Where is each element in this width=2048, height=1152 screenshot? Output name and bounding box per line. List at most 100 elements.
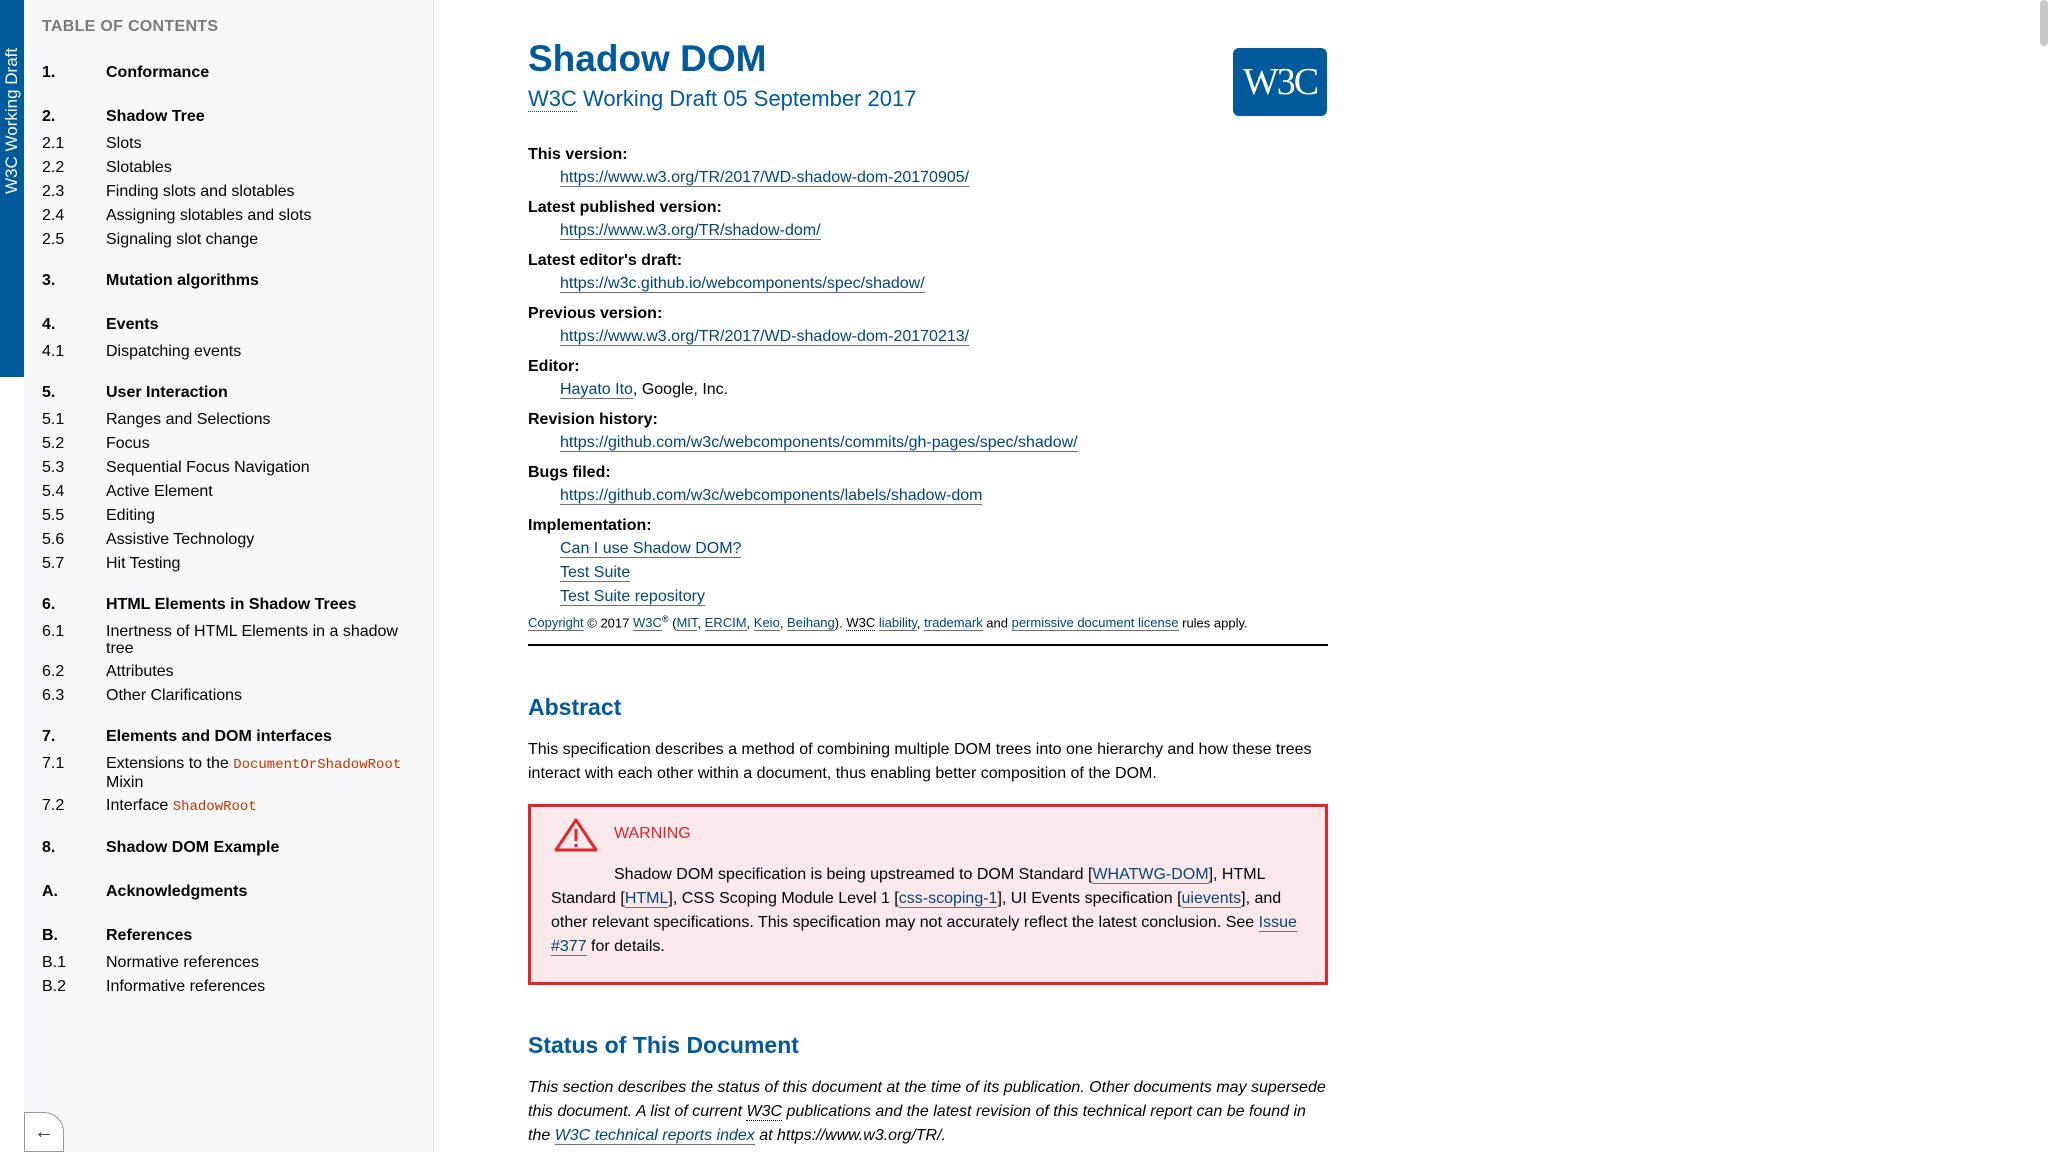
toc-title: Slotables: [106, 159, 172, 176]
meta-value: https://www.w3.org/TR/shadow-dom/: [528, 219, 1328, 243]
meta-value: https://github.com/w3c/webcomponents/com…: [528, 431, 1328, 455]
toc-item[interactable]: 6. HTML Elements in Shadow Trees: [42, 590, 422, 620]
meta-link[interactable]: Test Suite: [560, 564, 631, 582]
toc-title: Sequential Focus Navigation: [106, 459, 310, 476]
toc-number: B.2: [42, 978, 67, 995]
w3c-logo[interactable]: W3C: [1233, 48, 1327, 116]
beihang-link[interactable]: Beihang: [787, 615, 835, 632]
toc-subitem[interactable]: B.1 Normative references: [42, 951, 422, 975]
meta-label: Latest published version:: [528, 199, 722, 216]
toc-subitem[interactable]: 5.4 Active Element: [42, 480, 422, 504]
toc-number: 7.1: [42, 755, 65, 772]
toc-title: References: [106, 927, 193, 944]
ref-whatwg-dom[interactable]: WHATWG-DOM: [1092, 866, 1209, 884]
toc-item[interactable]: 1. Conformance: [42, 58, 422, 88]
toc-subitem[interactable]: 7.1 Extensions to the DocumentOrShadowRoo…: [42, 752, 422, 794]
toc-title: Assigning slotables and slots: [106, 207, 312, 224]
toc-list: 1. Conformance 2. Shadow Tree 2.1 Slots 2.2 Slo…: [42, 58, 422, 1013]
toc-subitem[interactable]: 2.4 Assigning slotables and slots: [42, 204, 422, 228]
toc-title: Shadow DOM Example: [106, 839, 280, 856]
meta-line: https://w3c.github.io/webcomponents/spec…: [560, 272, 1328, 296]
toc-subitem[interactable]: 2.2 Slotables: [42, 156, 422, 180]
toc-number: 2.: [42, 108, 56, 125]
toc-subitem[interactable]: 5.6 Assistive Technology: [42, 528, 422, 552]
meta-link[interactable]: Test Suite repository: [560, 588, 705, 606]
meta-label: Previous version:: [528, 305, 663, 322]
ref-css-scoping[interactable]: css-scoping-1: [898, 890, 998, 908]
toc-item[interactable]: 5. User Interaction: [42, 378, 422, 408]
keio-link[interactable]: Keio: [753, 615, 780, 632]
trademark-link[interactable]: trademark: [924, 615, 983, 632]
ref-uievents[interactable]: uievents: [1181, 890, 1242, 908]
meta-line: Test Suite: [560, 561, 1328, 585]
license-link[interactable]: permissive document license: [1011, 615, 1179, 632]
toc-number: 6.: [42, 596, 56, 613]
toc-subitem[interactable]: 2.3 Finding slots and slotables: [42, 180, 422, 204]
meta-link[interactable]: https://github.com/w3c/webcomponents/com…: [560, 434, 1078, 452]
toc-title: User Interaction: [106, 384, 228, 401]
mit-link[interactable]: MIT: [676, 615, 698, 632]
toc-group: 1. Conformance: [42, 58, 422, 88]
back-arrow-icon[interactable]: ←: [24, 1112, 64, 1152]
w3c-abbr-2: W3C: [846, 615, 876, 632]
meta-line: Can I use Shadow DOM?: [560, 537, 1328, 561]
toc-title: Finding slots and slotables: [106, 183, 295, 200]
toc-subitem[interactable]: 6.2 Attributes: [42, 660, 422, 684]
toc-subitem[interactable]: 6.3 Other Clarifications: [42, 684, 422, 708]
toc-group: A. Acknowledgments: [42, 877, 422, 907]
w3c-abbr-3: W3C: [746, 1103, 783, 1121]
toc-title: Focus: [106, 435, 150, 452]
toc-item[interactable]: 2. Shadow Tree: [42, 102, 422, 132]
toc-subitem[interactable]: 5.2 Focus: [42, 432, 422, 456]
toc-subitem[interactable]: 4.1 Dispatching events: [42, 340, 422, 364]
toc-group: B. References B.1 Normative references B.2 In…: [42, 921, 422, 999]
toc-group: 6. HTML Elements in Shadow Trees 6.1 Inertn…: [42, 590, 422, 708]
copyright-link[interactable]: Copyright: [528, 615, 584, 632]
meta-link[interactable]: https://w3c.github.io/webcomponents/spec…: [560, 275, 925, 293]
toc-item[interactable]: A. Acknowledgments: [42, 877, 422, 907]
toc-title: Dispatching events: [106, 343, 242, 360]
meta-link[interactable]: Can I use Shadow DOM?: [560, 540, 742, 558]
liability-link[interactable]: liability: [878, 615, 917, 632]
meta-link[interactable]: https://www.w3.org/TR/shadow-dom/: [560, 222, 821, 240]
meta-label: This version:: [528, 146, 628, 163]
ref-html[interactable]: HTML: [624, 890, 669, 908]
meta-line: https://www.w3.org/TR/shadow-dom/: [560, 219, 1328, 243]
tr-index-link[interactable]: W3C technical reports index: [554, 1127, 755, 1145]
ercim-link[interactable]: ERCIM: [704, 615, 747, 632]
toc-item[interactable]: 3. Mutation algorithms: [42, 266, 422, 296]
toc-number: 5.3: [42, 459, 65, 476]
meta-link[interactable]: https://www.w3.org/TR/2017/WD-shadow-dom…: [560, 328, 970, 346]
toc-group: 3. Mutation algorithms: [42, 266, 422, 296]
toc-subitem[interactable]: 5.5 Editing: [42, 504, 422, 528]
meta-link[interactable]: https://www.w3.org/TR/2017/WD-shadow-dom…: [560, 169, 970, 187]
ribbon-label: W3C Working Draft: [2, 47, 21, 194]
scrollbar-thumb[interactable]: [2040, 0, 2048, 46]
toc-item[interactable]: B. References: [42, 921, 422, 951]
toc-subitem[interactable]: 2.1 Slots: [42, 132, 422, 156]
toc-title: Hit Testing: [106, 555, 181, 572]
toc-number: 2.2: [42, 159, 65, 176]
toc-item[interactable]: 7. Elements and DOM interfaces: [42, 722, 422, 752]
toc-group: 8. Shadow DOM Example: [42, 833, 422, 863]
toc-subitem[interactable]: 5.1 Ranges and Selections: [42, 408, 422, 432]
toc-number: 6.2: [42, 663, 65, 680]
meta-link[interactable]: https://github.com/w3c/webcomponents/lab…: [560, 487, 983, 505]
toc-item[interactable]: 8. Shadow DOM Example: [42, 833, 422, 863]
status-text: This section describes the status of thi…: [528, 1079, 1326, 1145]
toc-number: 5.7: [42, 555, 65, 572]
toc-subitem[interactable]: 2.5 Signaling slot change: [42, 228, 422, 252]
toc-item[interactable]: 4. Events: [42, 310, 422, 340]
toc-subitem[interactable]: 7.2 Interface ShadowRoot: [42, 794, 422, 819]
w3c-link[interactable]: W3C: [632, 615, 662, 632]
toc-subitem[interactable]: 5.3 Sequential Focus Navigation: [42, 456, 422, 480]
toc-subitem[interactable]: 6.1 Inertness of HTML Elements in a shado…: [42, 620, 422, 660]
toc-subitem[interactable]: B.2 Informative references: [42, 975, 422, 999]
meta-label: Latest editor's draft:: [528, 252, 683, 269]
toc-title: Other Clarifications: [106, 687, 243, 704]
toc-title: Extensions to the DocumentOrShadowRoot M…: [106, 755, 402, 791]
toc-title: HTML Elements in Shadow Trees: [106, 596, 357, 613]
warning-label: WARNING: [614, 825, 691, 842]
meta-link[interactable]: Hayato Ito: [560, 381, 633, 399]
toc-subitem[interactable]: 5.7 Hit Testing: [42, 552, 422, 576]
